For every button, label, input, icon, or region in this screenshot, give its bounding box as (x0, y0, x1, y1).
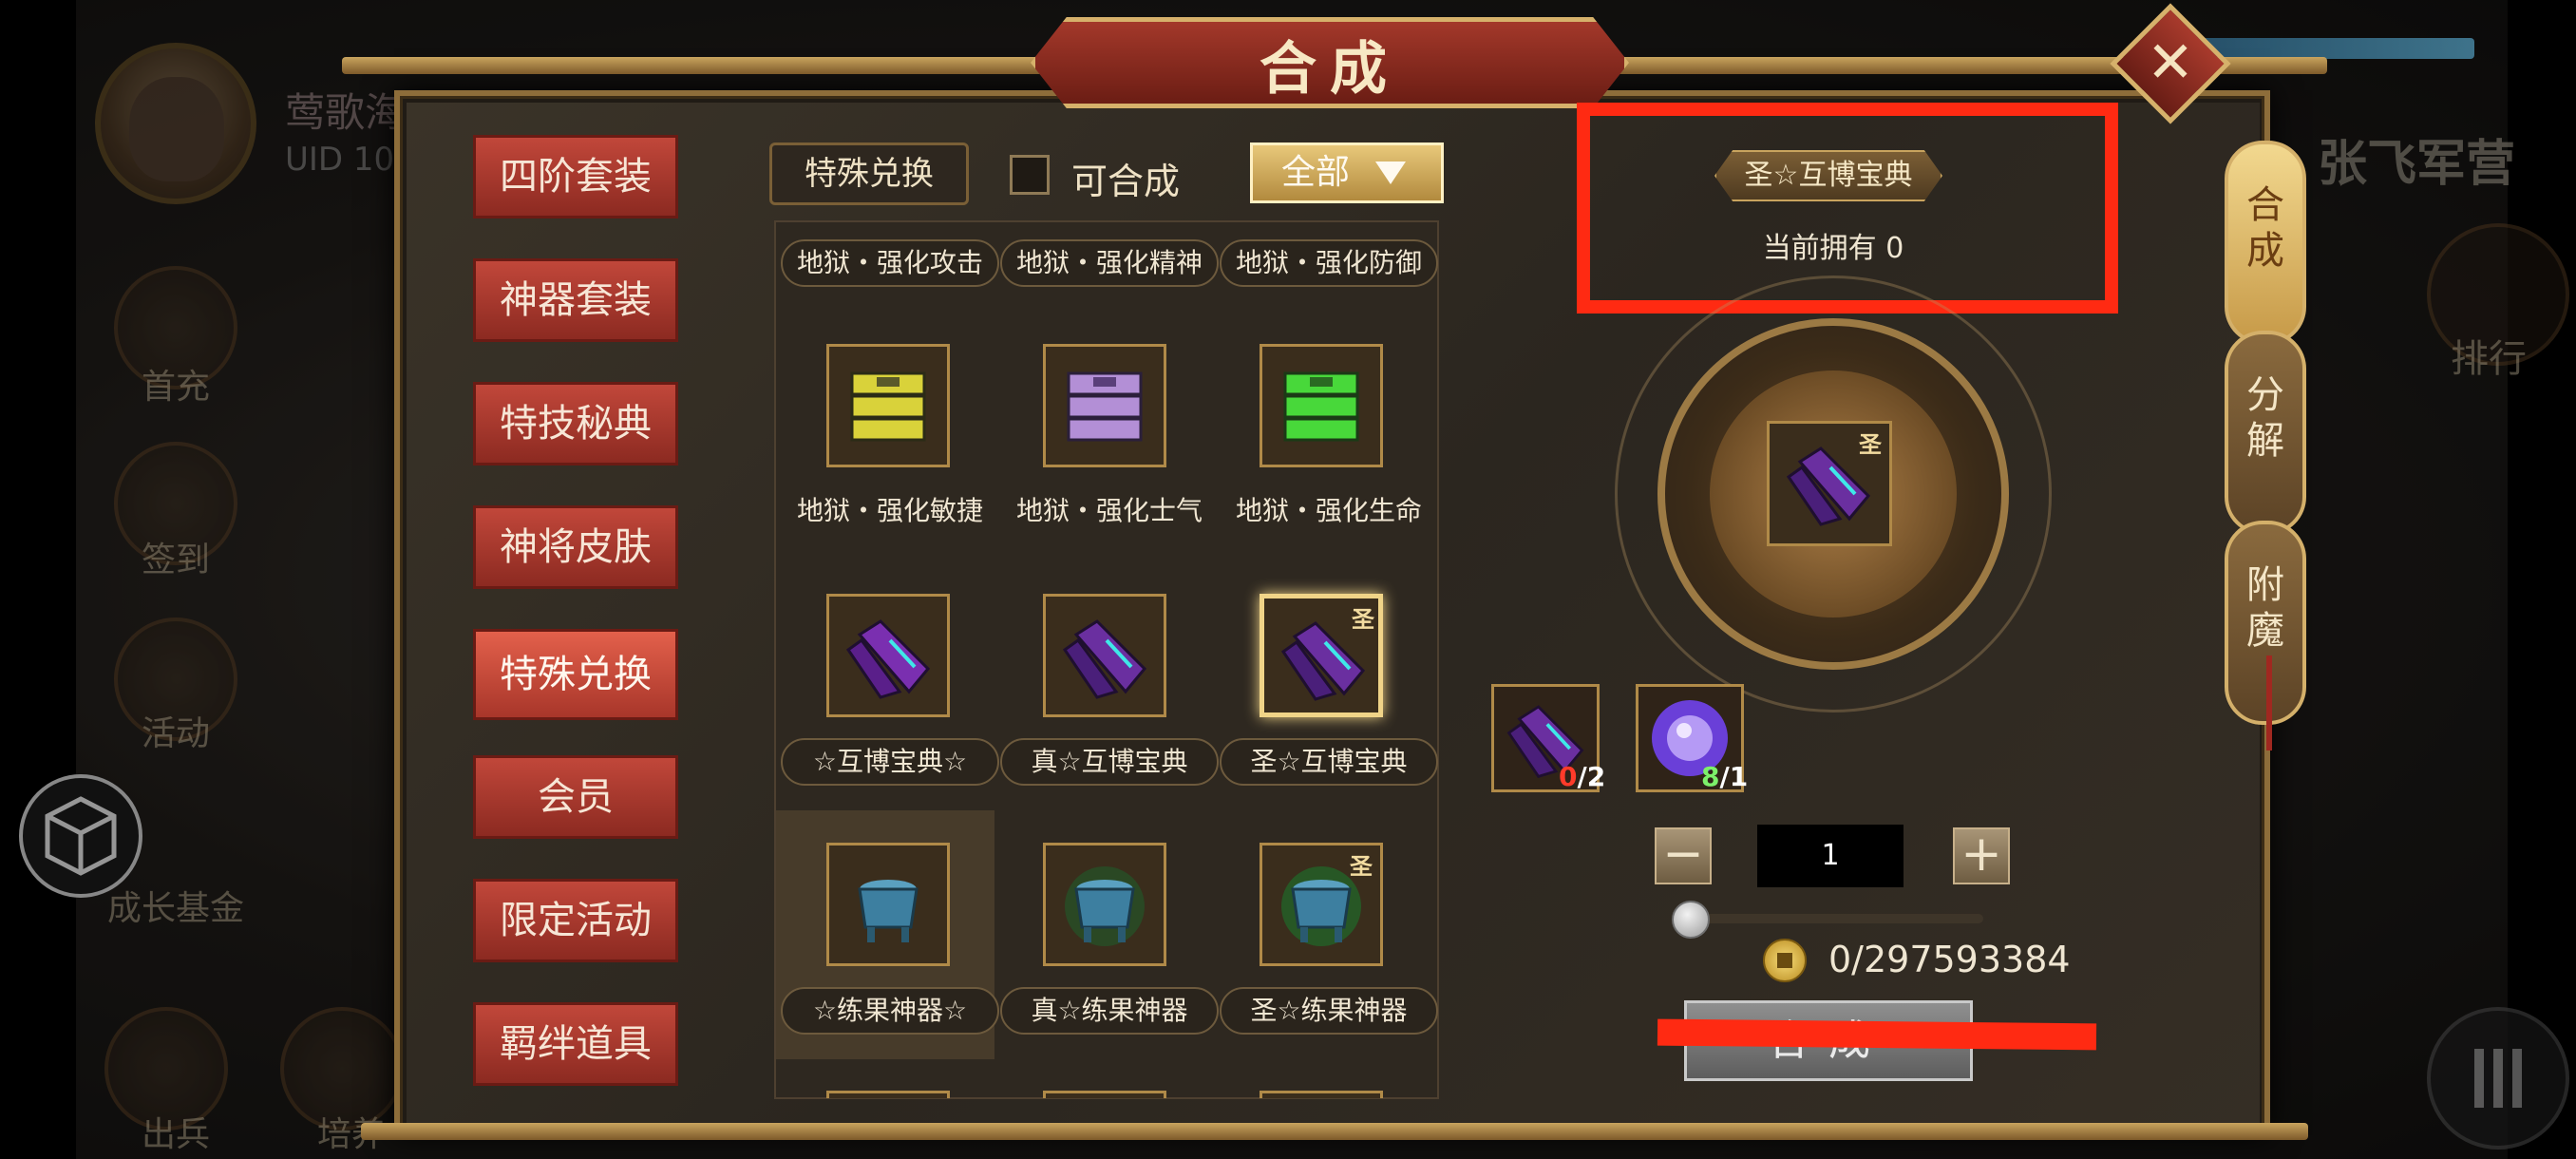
tab-char: 解 (2246, 419, 2284, 463)
dialog-title: 合成 (1260, 36, 1400, 103)
increase-button[interactable]: + (1953, 827, 2010, 884)
category-special-exchange[interactable]: 特殊兑换 (473, 629, 678, 720)
tab-char: 魔 (2246, 609, 2284, 653)
tab-char: 合 (2246, 183, 2284, 227)
holy-mark: 圣 (1352, 606, 1374, 633)
item-slot-partial[interactable] (1043, 1091, 1166, 1098)
scroll-book-icon[interactable] (826, 594, 950, 717)
item-label[interactable]: 真☆练果神器 (1000, 987, 1219, 1035)
item-label[interactable]: 地狱・强化精神 (1000, 239, 1219, 287)
tab-char: 附 (2246, 563, 2284, 607)
holy-mark: 圣 (1350, 853, 1373, 880)
scroll-book-icon[interactable]: 0/2 (1491, 684, 1605, 792)
category-general-skin[interactable]: 神将皮肤 (473, 505, 678, 589)
category-limited-event[interactable]: 限定活动 (473, 879, 678, 962)
coin-hole (1777, 953, 1792, 968)
coin-icon (1763, 939, 1807, 982)
filter-dropdown[interactable]: 全部 (1250, 142, 1444, 203)
cauldron-icon[interactable]: 圣 (1260, 843, 1383, 966)
item-label[interactable]: 圣☆互博宝典 (1220, 738, 1438, 786)
item-label[interactable]: ☆互博宝典☆ (781, 738, 999, 786)
material-have: 0 (1559, 761, 1578, 792)
scroll-book-icon[interactable]: 圣 (1260, 594, 1383, 717)
item-label[interactable]: 圣☆练果神器 (1220, 987, 1438, 1035)
item-label[interactable]: 地狱・强化攻击 (781, 239, 999, 287)
quantity-input[interactable]: 1 (1757, 825, 1904, 887)
purple-book-icon[interactable] (1043, 344, 1166, 467)
item-label[interactable]: 真☆互博宝典 (1000, 738, 1219, 786)
filter-tab-special-exchange[interactable]: 特殊兑换 (769, 142, 969, 205)
craftable-checkbox[interactable] (1010, 155, 1050, 195)
tassel-decoration (2266, 656, 2272, 750)
purple-crystal-icon[interactable]: 8/1 (1636, 684, 1748, 792)
target-item-icon[interactable]: 圣 (1767, 421, 1892, 546)
category-four-tier-set[interactable]: 四阶套装 (473, 135, 678, 218)
item-label[interactable]: 地狱・强化敏捷 (781, 489, 999, 537)
annotation-strike (1657, 1018, 2097, 1051)
tab-synthesize[interactable]: 合成 (2225, 141, 2306, 345)
category-artifact-set[interactable]: 神器套装 (473, 258, 678, 342)
decrease-button[interactable]: − (1655, 827, 1712, 884)
cauldron-icon[interactable] (826, 843, 950, 966)
item-label[interactable]: 地狱・强化防御 (1220, 239, 1438, 287)
category-bond-items[interactable]: 羁绊道具 (473, 1002, 678, 1086)
tab-decompose[interactable]: 分解 (2225, 331, 2306, 535)
tab-char: 分 (2246, 373, 2284, 417)
item-label[interactable]: 地狱・强化士气 (1000, 489, 1219, 537)
craftable-label: 可合成 (1071, 161, 1181, 202)
material-need: /1 (1719, 761, 1749, 792)
item-label[interactable]: 地狱・强化生命 (1220, 489, 1438, 537)
material-have: 8 (1701, 761, 1720, 792)
item-label[interactable]: ☆练果神器☆ (781, 987, 999, 1035)
tab-enchant[interactable]: 附魔 (2225, 521, 2306, 725)
green-book-icon[interactable] (1260, 344, 1383, 467)
yellow-book-icon[interactable] (826, 344, 950, 467)
dropdown-value: 全部 (1281, 153, 1351, 192)
chevron-down-icon (1375, 162, 1406, 184)
panel-bottom-rail (361, 1123, 2308, 1140)
cost-text: 0/297593384 (1828, 939, 2071, 980)
tab-char: 成 (2246, 229, 2284, 273)
close-icon[interactable]: ✕ (2128, 21, 2213, 106)
material-need: /2 (1577, 761, 1606, 792)
item-slot-partial[interactable] (1260, 1091, 1383, 1098)
scroll-book-icon[interactable] (1043, 594, 1166, 717)
quantity-slider[interactable] (1691, 914, 1983, 923)
category-skill-manual[interactable]: 特技秘典 (473, 382, 678, 466)
item-slot-partial[interactable] (826, 1091, 950, 1098)
holy-mark: 圣 (1859, 431, 1882, 458)
slider-handle[interactable] (1672, 901, 1710, 939)
category-vip[interactable]: 会员 (473, 755, 678, 839)
cauldron-icon[interactable] (1043, 843, 1166, 966)
